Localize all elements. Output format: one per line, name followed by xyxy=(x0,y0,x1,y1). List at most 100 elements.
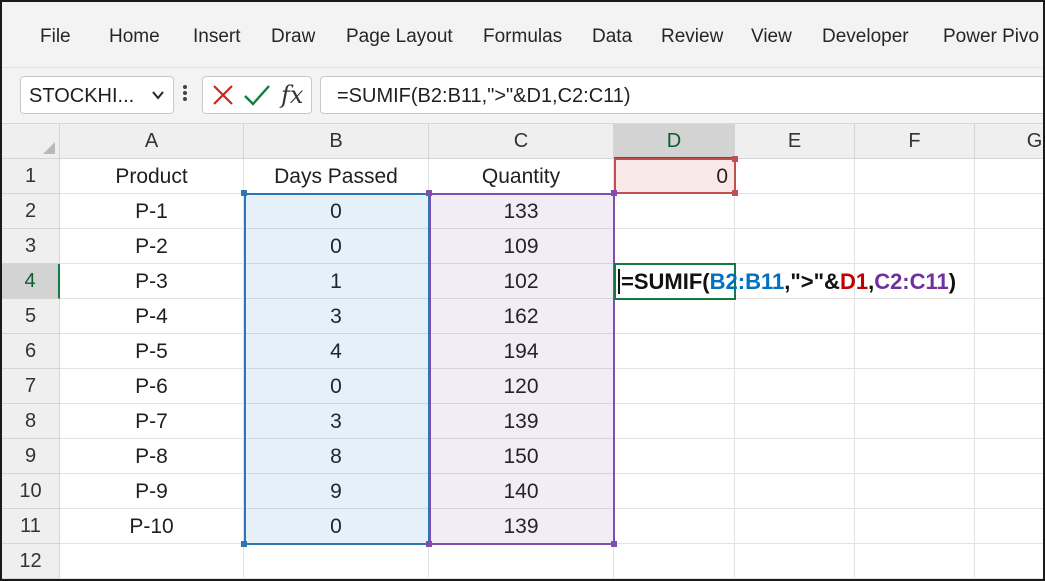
cell-f11[interactable] xyxy=(855,509,975,544)
column-header-g[interactable]: G xyxy=(975,124,1043,159)
row-header-7[interactable]: 7 xyxy=(2,369,60,404)
cell-a6[interactable]: P-5 xyxy=(60,334,244,369)
cell-e5[interactable] xyxy=(735,299,855,334)
vertical-ellipsis-icon[interactable] xyxy=(182,82,188,110)
cell-b8[interactable]: 3 xyxy=(244,404,429,439)
cell-d8[interactable] xyxy=(614,404,735,439)
cell-c12[interactable] xyxy=(429,544,614,579)
tab-data[interactable]: Data xyxy=(592,26,632,48)
range-handle[interactable] xyxy=(426,190,432,196)
cell-g9[interactable] xyxy=(975,439,1043,474)
cell-a11[interactable]: P-10 xyxy=(60,509,244,544)
column-header-f[interactable]: F xyxy=(855,124,975,159)
cell-c8[interactable]: 139 xyxy=(429,404,614,439)
cell-d7[interactable] xyxy=(614,369,735,404)
row-header-9[interactable]: 9 xyxy=(2,439,60,474)
cell-g2[interactable] xyxy=(975,194,1043,229)
cell-c7[interactable]: 120 xyxy=(429,369,614,404)
column-header-a[interactable]: A xyxy=(60,124,244,159)
cell-f10[interactable] xyxy=(855,474,975,509)
cell-d10[interactable] xyxy=(614,474,735,509)
cell-f7[interactable] xyxy=(855,369,975,404)
cell-d3[interactable] xyxy=(614,229,735,264)
cell-f12[interactable] xyxy=(855,544,975,579)
cell-g11[interactable] xyxy=(975,509,1043,544)
tab-file[interactable]: File xyxy=(40,26,71,48)
row-header-10[interactable]: 10 xyxy=(2,474,60,509)
row-header-1[interactable]: 1 xyxy=(2,159,60,194)
cell-e12[interactable] xyxy=(735,544,855,579)
cell-g5[interactable] xyxy=(975,299,1043,334)
cell-b7[interactable]: 0 xyxy=(244,369,429,404)
cell-b1[interactable]: Days Passed xyxy=(244,159,429,194)
cell-a9[interactable]: P-8 xyxy=(60,439,244,474)
cell-d5[interactable] xyxy=(614,299,735,334)
cell-b5[interactable]: 3 xyxy=(244,299,429,334)
cell-g12[interactable] xyxy=(975,544,1043,579)
cell-f2[interactable] xyxy=(855,194,975,229)
cell-e7[interactable] xyxy=(735,369,855,404)
cell-g8[interactable] xyxy=(975,404,1043,439)
row-header-6[interactable]: 6 xyxy=(2,334,60,369)
insert-function-button[interactable]: fx xyxy=(281,80,303,110)
cell-e10[interactable] xyxy=(735,474,855,509)
range-handle[interactable] xyxy=(611,541,617,547)
cell-b3[interactable]: 0 xyxy=(244,229,429,264)
cell-d11[interactable] xyxy=(614,509,735,544)
select-all-button[interactable] xyxy=(2,124,60,159)
range-handle[interactable] xyxy=(732,156,738,162)
range-handle[interactable] xyxy=(241,541,247,547)
tab-review[interactable]: Review xyxy=(661,26,723,48)
cell-f9[interactable] xyxy=(855,439,975,474)
cell-a10[interactable]: P-9 xyxy=(60,474,244,509)
cell-g1[interactable] xyxy=(975,159,1043,194)
row-header-4[interactable]: 4 xyxy=(2,264,60,299)
cell-c3[interactable]: 109 xyxy=(429,229,614,264)
cell-e3[interactable] xyxy=(735,229,855,264)
cell-g10[interactable] xyxy=(975,474,1043,509)
range-handle[interactable] xyxy=(426,541,432,547)
cell-a2[interactable]: P-1 xyxy=(60,194,244,229)
tab-insert[interactable]: Insert xyxy=(193,26,241,48)
cell-g6[interactable] xyxy=(975,334,1043,369)
cell-d12[interactable] xyxy=(614,544,735,579)
cell-d2[interactable] xyxy=(614,194,735,229)
tab-developer[interactable]: Developer xyxy=(822,26,909,48)
cell-a3[interactable]: P-2 xyxy=(60,229,244,264)
column-header-c[interactable]: C xyxy=(429,124,614,159)
cell-c5[interactable]: 162 xyxy=(429,299,614,334)
tab-page-layout[interactable]: Page Layout xyxy=(346,26,453,48)
row-header-11[interactable]: 11 xyxy=(2,509,60,544)
column-header-e[interactable]: E xyxy=(735,124,855,159)
row-header-8[interactable]: 8 xyxy=(2,404,60,439)
cell-a4[interactable]: P-3 xyxy=(60,264,244,299)
tab-formulas[interactable]: Formulas xyxy=(483,26,562,48)
cell-e11[interactable] xyxy=(735,509,855,544)
cell-a7[interactable]: P-6 xyxy=(60,369,244,404)
cell-g7[interactable] xyxy=(975,369,1043,404)
range-handle[interactable] xyxy=(611,190,617,196)
name-box[interactable]: STOCKHI... xyxy=(20,76,174,114)
range-handle[interactable] xyxy=(732,190,738,196)
checkmark-icon[interactable] xyxy=(243,80,271,116)
cell-f6[interactable] xyxy=(855,334,975,369)
cell-c11[interactable]: 139 xyxy=(429,509,614,544)
cell-f1[interactable] xyxy=(855,159,975,194)
cell-a8[interactable]: P-7 xyxy=(60,404,244,439)
cell-e2[interactable] xyxy=(735,194,855,229)
cell-a5[interactable]: P-4 xyxy=(60,299,244,334)
tab-draw[interactable]: Draw xyxy=(271,26,315,48)
cell-d9[interactable] xyxy=(614,439,735,474)
tab-view[interactable]: View xyxy=(751,26,792,48)
cell-c4[interactable]: 102 xyxy=(429,264,614,299)
tab-power-pivot[interactable]: Power Pivo xyxy=(943,26,1039,48)
column-header-b[interactable]: B xyxy=(244,124,429,159)
cell-c10[interactable]: 140 xyxy=(429,474,614,509)
cell-b10[interactable]: 9 xyxy=(244,474,429,509)
cell-a12[interactable] xyxy=(60,544,244,579)
cell-b6[interactable]: 4 xyxy=(244,334,429,369)
column-header-d[interactable]: D xyxy=(614,124,735,159)
cell-c1[interactable]: Quantity xyxy=(429,159,614,194)
cell-e1[interactable] xyxy=(735,159,855,194)
cell-b12[interactable] xyxy=(244,544,429,579)
